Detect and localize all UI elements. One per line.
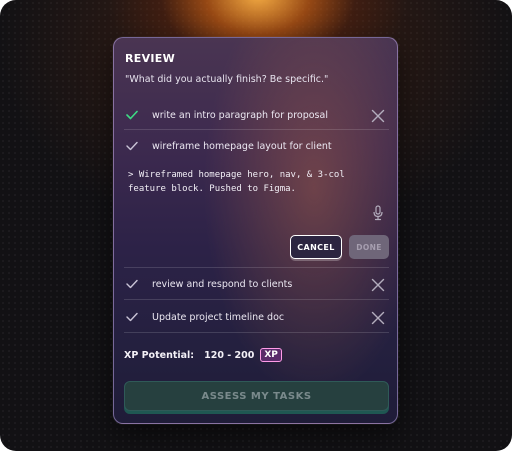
xp-label: XP Potential:: [124, 349, 195, 361]
task-row: Update project timeline doc: [124, 302, 389, 332]
app-background: REVIEW "What did you actually finish? Be…: [0, 0, 512, 451]
assess-tasks-button[interactable]: ASSESS MY TASKS: [124, 381, 389, 411]
divider: [124, 299, 389, 300]
close-icon[interactable]: [371, 108, 385, 123]
task-label: review and respond to clients: [152, 278, 293, 290]
check-icon: [124, 110, 152, 120]
review-card: REVIEW "What did you actually finish? Be…: [113, 37, 398, 424]
divider: [124, 332, 389, 333]
task-row-expanded: wireframe homepage layout for client: [124, 131, 389, 161]
check-icon: [124, 279, 152, 289]
xp-potential: XP Potential: 120 - 200 XP: [124, 348, 282, 362]
divider: [124, 267, 389, 268]
task-row: write an intro paragraph for proposal: [124, 100, 389, 130]
task-label: wireframe homepage layout for client: [152, 140, 332, 152]
review-prompt: "What did you actually finish? Be specif…: [125, 74, 329, 85]
review-title: REVIEW: [125, 52, 176, 65]
task-label: write an intro paragraph for proposal: [152, 109, 328, 121]
divider: [124, 129, 389, 130]
check-icon: [124, 141, 152, 151]
task-row: review and respond to clients: [124, 269, 389, 299]
xp-badge: XP: [260, 348, 282, 362]
close-icon[interactable]: [371, 277, 385, 292]
microphone-icon[interactable]: [372, 205, 384, 221]
xp-range: 120 - 200: [204, 349, 255, 361]
check-icon: [124, 312, 152, 322]
close-icon[interactable]: [371, 310, 385, 325]
task-note-input[interactable]: > Wireframed homepage hero, nav, & 3-col…: [128, 168, 383, 228]
cancel-button[interactable]: CANCEL: [290, 235, 342, 259]
done-button[interactable]: DONE: [349, 235, 389, 259]
task-label: Update project timeline doc: [152, 311, 285, 323]
